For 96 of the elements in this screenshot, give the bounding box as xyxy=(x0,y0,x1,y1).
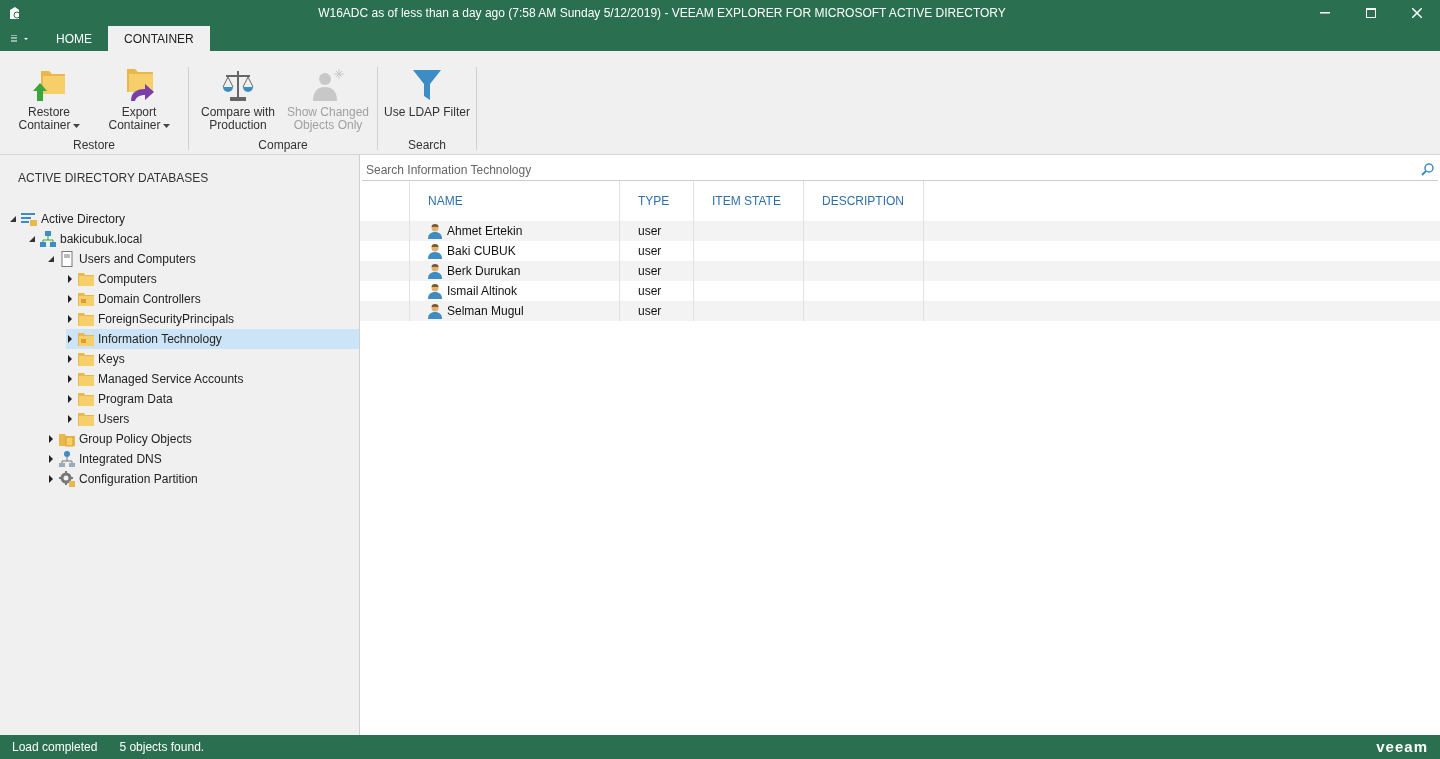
ribbon-button[interactable]: Restore Container xyxy=(4,67,94,133)
ribbon-tab[interactable]: CONTAINER xyxy=(108,26,210,51)
tree-item[interactable]: ForeignSecurityPrincipals xyxy=(66,309,359,329)
ribbon-button[interactable]: Use LDAP Filter xyxy=(382,67,472,133)
server-icon xyxy=(59,251,75,267)
search-icon[interactable] xyxy=(1421,163,1434,176)
network-icon xyxy=(40,231,56,247)
tree-item-label: Managed Service Accounts xyxy=(98,371,244,388)
tree-item-label: Keys xyxy=(98,351,125,368)
tree-item[interactable]: Group Policy Objects xyxy=(47,429,359,449)
collapsed-arrow-icon[interactable] xyxy=(66,295,74,303)
sidebar-title: ACTIVE DIRECTORY DATABASES xyxy=(18,170,210,187)
expanded-arrow-icon[interactable] xyxy=(47,255,55,263)
group-label: Search xyxy=(408,137,446,154)
table-row[interactable]: Ahmet Ertekin user xyxy=(360,221,1440,241)
collapsed-arrow-icon[interactable] xyxy=(66,355,74,363)
collapsed-arrow-icon[interactable] xyxy=(66,395,74,403)
dns-icon xyxy=(59,451,75,467)
user-name: Ahmet Ertekin xyxy=(447,223,523,240)
tree-item-label: Information Technology xyxy=(98,331,222,348)
collapsed-arrow-icon[interactable] xyxy=(47,475,55,483)
collapsed-arrow-icon[interactable] xyxy=(66,375,74,383)
type-cell-text: user xyxy=(638,283,662,300)
type-cell-text: user xyxy=(638,263,662,280)
folder-icon xyxy=(78,351,94,367)
tree-item-label: ForeignSecurityPrincipals xyxy=(98,311,235,328)
app-icon xyxy=(8,6,22,20)
group-label: Compare xyxy=(258,137,308,154)
close-icon xyxy=(1412,8,1422,18)
group-label: Restore xyxy=(73,137,115,154)
window-title: W16ADC as of less than a day ago (7:58 AM Sunday 5/12/2019) - VEEAM EXPLORER FOR MICROSOFT ACTIVE DIRECTORY xyxy=(317,5,1007,22)
ribbon-button[interactable]: Compare with Production xyxy=(193,67,283,133)
folder-icon xyxy=(78,331,94,347)
collapsed-arrow-icon[interactable] xyxy=(66,415,74,423)
tree-item[interactable]: Domain Controllers xyxy=(66,289,359,309)
ribbon-button[interactable]: Export Container xyxy=(94,67,184,133)
search-field[interactable]: Search Information Technology xyxy=(362,160,1421,179)
folder-icon xyxy=(78,391,94,407)
type-cell-text: user xyxy=(638,243,662,260)
tree-item[interactable]: Computers xyxy=(66,269,359,289)
type-cell-text: user xyxy=(638,223,662,240)
tree-item[interactable]: Managed Service Accounts xyxy=(66,369,359,389)
user-name: Berk Durukan xyxy=(447,263,521,280)
folder-icon xyxy=(78,371,94,387)
table-row[interactable]: Berk Durukan user xyxy=(360,261,1440,281)
tree-item-label: Program Data xyxy=(98,391,173,408)
tree-item[interactable]: Configuration Partition xyxy=(47,469,359,489)
status-text: Load completed xyxy=(12,739,98,756)
user-icon xyxy=(428,283,442,299)
tree-item-label: Domain Controllers xyxy=(98,291,201,308)
tree-item-label: Users xyxy=(98,411,130,428)
tree-item-label: bakicubuk.local xyxy=(60,231,143,248)
minimize-icon xyxy=(1320,12,1330,14)
gear-icon xyxy=(59,471,75,487)
user-name: Ismail Altinok xyxy=(447,283,518,300)
tree-item[interactable]: Integrated DNS xyxy=(47,449,359,469)
collapsed-arrow-icon[interactable] xyxy=(66,275,74,283)
folder-icon xyxy=(78,311,94,327)
menu-icon xyxy=(11,34,29,43)
tree-item[interactable]: Users and Computers xyxy=(47,249,359,269)
collapsed-arrow-icon[interactable] xyxy=(66,335,74,343)
tree-item-label: Active Directory xyxy=(41,211,126,228)
folder-icon xyxy=(78,411,94,427)
directory-list-icon xyxy=(21,211,37,227)
tree-item[interactable]: Users xyxy=(66,409,359,429)
logo: veeam xyxy=(1376,736,1428,757)
type-cell-text: user xyxy=(638,303,662,320)
tree-item[interactable]: Active Directory xyxy=(9,209,359,229)
ribbon-tab[interactable]: HOME xyxy=(40,26,108,51)
table-row[interactable]: Selman Mugul user xyxy=(360,301,1440,321)
collapsed-arrow-icon[interactable] xyxy=(66,315,74,323)
user-icon xyxy=(428,263,442,279)
tree-item-label: Configuration Partition xyxy=(79,471,198,488)
collapsed-arrow-icon[interactable] xyxy=(47,455,55,463)
person-sparkle-icon xyxy=(310,67,346,103)
expanded-arrow-icon[interactable] xyxy=(28,235,36,243)
tree-item[interactable]: Information Technology xyxy=(66,329,359,349)
tree-item[interactable]: Keys xyxy=(66,349,359,369)
user-name: Selman Mugul xyxy=(447,303,524,320)
user-icon xyxy=(428,223,442,239)
tree-item-label: Integrated DNS xyxy=(79,451,162,468)
user-icon xyxy=(428,303,442,319)
maximize-icon xyxy=(1366,8,1376,18)
tree-item[interactable]: bakicubuk.local xyxy=(28,229,359,249)
expanded-arrow-icon[interactable] xyxy=(9,215,17,223)
tree-item-label: Users and Computers xyxy=(79,251,196,268)
user-name: Baki CUBUK xyxy=(447,243,516,260)
object-count: 5 objects found. xyxy=(119,739,205,756)
tree-item[interactable]: Program Data xyxy=(66,389,359,409)
folder-icon xyxy=(78,291,94,307)
tree-item-label: Group Policy Objects xyxy=(79,431,192,448)
tree-item-label: Computers xyxy=(98,271,157,288)
folder-icon xyxy=(78,271,94,287)
collapsed-arrow-icon[interactable] xyxy=(47,435,55,443)
user-icon xyxy=(428,243,442,259)
policy-folder-icon xyxy=(59,431,75,447)
